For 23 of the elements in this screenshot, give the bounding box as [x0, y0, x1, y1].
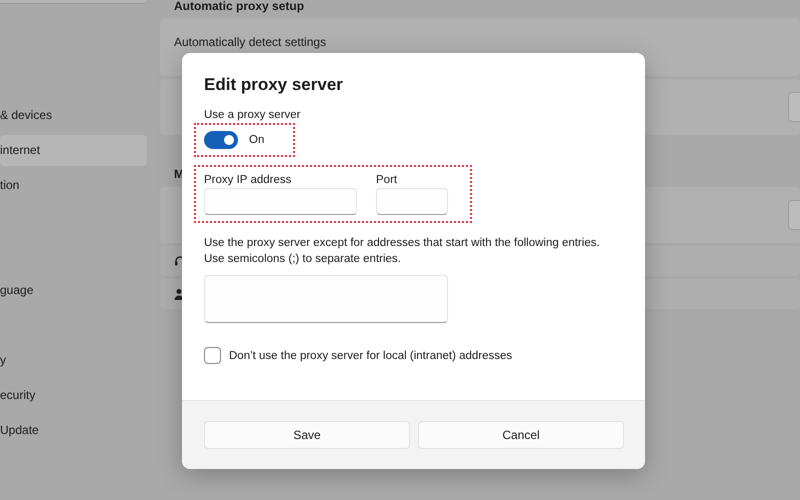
input-field[interactable]: [204, 188, 357, 215]
sidebar-item[interactable]: & devices: [0, 100, 147, 131]
sidebar-item[interactable]: internet: [0, 135, 147, 166]
field-label: Port: [376, 174, 398, 186]
sidebar-item[interactable]: Update: [0, 415, 147, 446]
field-label: Proxy IP address: [204, 174, 292, 186]
sidebar-item[interactable]: tion: [0, 170, 147, 201]
toggle-state: On: [249, 134, 264, 146]
dialog-button[interactable]: Save: [204, 421, 410, 449]
exceptions-field[interactable]: [204, 275, 448, 323]
hint-text: Use the proxy server except for addresses that start with the following entries. Use semicolons (;) to separate entries.: [204, 236, 601, 267]
toggle-switch[interactable]: [204, 131, 238, 149]
dialog-button[interactable]: Cancel: [418, 421, 624, 449]
setting-label: Automatically detect settings: [174, 35, 326, 49]
dialog-title: Edit proxy server: [204, 75, 344, 95]
sidebar-item[interactable]: ecurity: [0, 380, 147, 411]
sidebar-item[interactable]: y: [0, 345, 147, 376]
section-heading: Automatic proxy setup: [174, 0, 306, 13]
sidebar-item[interactable]: guage: [0, 275, 147, 306]
setting-label: Use a proxy server: [204, 109, 302, 121]
checkbox[interactable]: [204, 347, 221, 364]
checkbox-label: Don’t use the proxy server for local (intranet) addresses: [229, 350, 512, 362]
input-field[interactable]: [376, 188, 448, 215]
